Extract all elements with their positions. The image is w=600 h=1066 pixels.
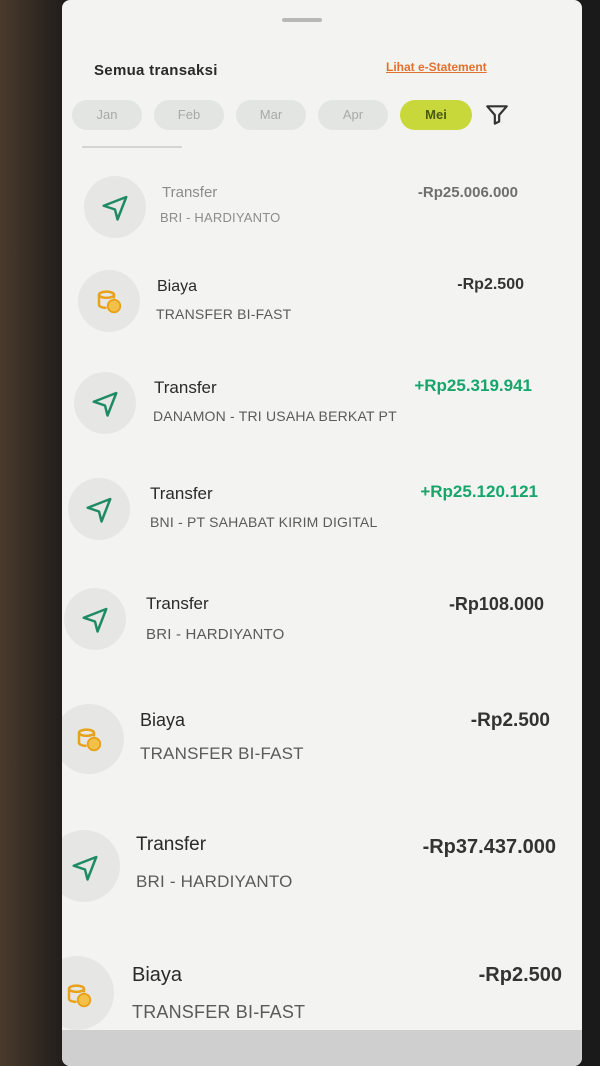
month-chip-feb[interactable]: Feb bbox=[154, 100, 224, 130]
send-icon bbox=[84, 176, 146, 238]
transaction-amount: -Rp37.437.000 bbox=[422, 836, 556, 858]
month-chip-mei[interactable]: Mei bbox=[400, 100, 472, 130]
coin-fee-icon bbox=[62, 704, 124, 774]
estatement-link[interactable]: Lihat e-Statement bbox=[386, 60, 487, 74]
month-chip-jan[interactable]: Jan bbox=[72, 100, 142, 130]
sheet-drag-handle[interactable] bbox=[282, 18, 322, 22]
transaction-type: Transfer bbox=[136, 834, 207, 855]
transaction-row[interactable]: Transfer DANAMON - TRI USAHA BERKAT PT +… bbox=[62, 366, 582, 466]
month-filter-bar: Jan Feb Mar Apr Mei bbox=[72, 96, 542, 136]
transaction-type: Transfer bbox=[146, 594, 209, 613]
transaction-description: BRI - HARDIYANTO bbox=[136, 872, 293, 891]
coin-fee-icon bbox=[62, 956, 114, 1030]
transaction-amount: +Rp25.319.941 bbox=[414, 376, 532, 395]
transaction-amount: -Rp2.500 bbox=[470, 710, 550, 731]
transaction-amount: -Rp108.000 bbox=[448, 594, 544, 614]
transaction-description: TRANSFER BI-FAST bbox=[156, 306, 292, 322]
transaction-row[interactable]: Transfer BRI - HARDIYANTO -Rp37.437.000 bbox=[62, 824, 582, 924]
list-divider bbox=[82, 146, 182, 148]
send-icon bbox=[68, 478, 130, 540]
transaction-description: DANAMON - TRI USAHA BERKAT PT bbox=[153, 408, 397, 424]
transaction-row[interactable]: Biaya TRANSFER BI-FAST -Rp2.500 bbox=[62, 266, 582, 366]
transactions-sheet: Semua transaksi Lihat e-Statement Jan Fe… bbox=[62, 0, 582, 1066]
transaction-row[interactable]: Transfer BRI - HARDIYANTO -Rp108.000 bbox=[62, 580, 582, 680]
transaction-type: Biaya bbox=[157, 278, 198, 295]
transaction-description: TRANSFER BI-FAST bbox=[140, 744, 304, 763]
transaction-amount: -Rp25.006.000 bbox=[417, 184, 518, 201]
page-title: Semua transaksi bbox=[94, 62, 218, 79]
transaction-type: Biaya bbox=[132, 964, 183, 986]
transaction-type: Transfer bbox=[150, 484, 213, 503]
month-chip-mar[interactable]: Mar bbox=[236, 100, 306, 130]
transaction-description: BRI - HARDIYANTO bbox=[160, 210, 281, 225]
system-navigation-bar bbox=[62, 1030, 582, 1066]
transaction-amount: +Rp25.120.121 bbox=[420, 482, 538, 501]
transaction-row[interactable]: Biaya TRANSFER BI-FAST -Rp2.500 bbox=[62, 700, 582, 800]
coin-fee-icon bbox=[78, 270, 140, 332]
transaction-row[interactable]: Transfer BNI - PT SAHABAT KIRIM DIGITAL … bbox=[62, 470, 582, 570]
transaction-description: BRI - HARDIYANTO bbox=[146, 626, 285, 643]
transaction-type: Biaya bbox=[140, 710, 186, 730]
filter-icon[interactable] bbox=[484, 102, 510, 128]
transaction-description: TRANSFER BI-FAST bbox=[132, 1002, 306, 1022]
transaction-row[interactable]: Transfer BRI - HARDIYANTO -Rp25.006.000 bbox=[62, 170, 582, 270]
send-icon bbox=[74, 372, 136, 434]
transaction-description: BNI - PT SAHABAT KIRIM DIGITAL bbox=[150, 514, 378, 530]
transaction-amount: -Rp2.500 bbox=[457, 276, 524, 293]
phone-frame: Semua transaksi Lihat e-Statement Jan Fe… bbox=[0, 0, 600, 1066]
send-icon bbox=[64, 588, 126, 650]
transaction-amount: -Rp2.500 bbox=[478, 964, 562, 986]
transaction-type: Transfer bbox=[154, 378, 217, 397]
send-icon bbox=[62, 830, 120, 902]
month-chip-apr[interactable]: Apr bbox=[318, 100, 388, 130]
transaction-type: Transfer bbox=[162, 184, 218, 201]
